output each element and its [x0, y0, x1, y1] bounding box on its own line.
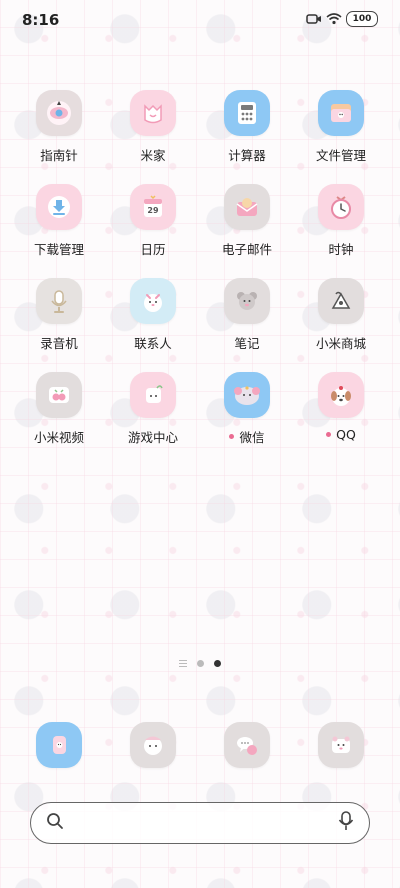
microphone-icon[interactable] — [337, 810, 355, 836]
app-game-center[interactable]: 游戏中心 — [106, 372, 200, 466]
notes-icon — [224, 278, 270, 324]
app-label: QQ — [326, 427, 356, 442]
store-icon — [318, 278, 364, 324]
page-dot-2[interactable] — [214, 660, 221, 667]
dock-app-phone[interactable] — [12, 722, 106, 772]
app-label: 米家 — [140, 148, 166, 163]
app-label: 录音机 — [40, 336, 78, 351]
phone-icon — [36, 722, 82, 768]
app-mi-home[interactable]: 米家 — [106, 90, 200, 184]
app-calendar[interactable]: 29 日历 — [106, 184, 200, 278]
camera-icon — [318, 722, 364, 768]
app-clock[interactable]: 时钟 — [294, 184, 388, 278]
app-wechat[interactable]: 微信 — [200, 372, 294, 466]
app-qq[interactable]: QQ — [294, 372, 388, 466]
app-compass[interactable]: 指南针 — [12, 90, 106, 184]
search-input[interactable] — [73, 808, 329, 838]
microphone-icon — [36, 278, 82, 324]
search-bar[interactable] — [30, 802, 370, 844]
app-label: 微信 — [229, 427, 265, 446]
app-calculator[interactable]: 计算器 — [200, 90, 294, 184]
app-label: 文件管理 — [315, 148, 366, 163]
new-dot — [229, 434, 235, 439]
search-icon[interactable] — [45, 811, 65, 835]
app-label: 小米视频 — [33, 430, 84, 445]
app-label: 指南针 — [40, 148, 78, 163]
app-label: 联系人 — [134, 336, 172, 351]
app-label: 电子邮件 — [221, 242, 272, 257]
app-notes[interactable]: 笔记 — [200, 278, 294, 372]
mi-home-icon — [130, 90, 176, 136]
calendar-icon: 29 — [130, 184, 176, 230]
app-recorder[interactable]: 录音机 — [12, 278, 106, 372]
dock-app-messages[interactable] — [106, 722, 200, 772]
app-email[interactable]: 电子邮件 — [200, 184, 294, 278]
app-label: 时钟 — [328, 242, 354, 257]
dock — [12, 722, 388, 772]
chat-bubble-icon — [224, 722, 270, 768]
app-downloads[interactable]: 下载管理 — [12, 184, 106, 278]
dock-app-chat[interactable] — [200, 722, 294, 772]
dock-app-camera[interactable] — [294, 722, 388, 772]
status-bar: 8:16 100 — [0, 0, 400, 40]
video-icon — [36, 372, 82, 418]
app-label: 下载管理 — [33, 242, 84, 257]
app-label: 游戏中心 — [127, 430, 178, 445]
app-contacts[interactable]: 联系人 — [106, 278, 200, 372]
new-dot — [326, 432, 332, 437]
download-icon — [36, 184, 82, 230]
messages-icon — [130, 722, 176, 768]
screen-record-icon — [306, 12, 322, 26]
app-label: 计算器 — [228, 148, 266, 163]
clock-icon — [318, 184, 364, 230]
compass-icon — [36, 90, 82, 136]
app-grid: 指南针 米家 计算器 文件管理 下载管理 29 日历 电子邮件 时钟 录音机 联… — [12, 90, 388, 466]
folder-icon — [318, 90, 364, 136]
app-list-icon[interactable] — [179, 660, 187, 667]
page-indicator — [0, 660, 400, 667]
app-mi-video[interactable]: 小米视频 — [12, 372, 106, 466]
status-time: 8:16 — [22, 11, 60, 29]
qq-icon — [318, 372, 364, 418]
wifi-icon — [326, 12, 342, 26]
wechat-icon — [224, 372, 270, 418]
app-label: 笔记 — [234, 336, 260, 351]
status-icons: 100 — [306, 11, 378, 27]
calendar-date: 29 — [147, 206, 159, 215]
mail-icon — [224, 184, 270, 230]
battery-icon: 100 — [346, 11, 378, 27]
contacts-icon — [130, 278, 176, 324]
app-label: 小米商城 — [315, 336, 366, 351]
page-dot-1[interactable] — [197, 660, 204, 667]
app-mi-store[interactable]: 小米商城 — [294, 278, 388, 372]
calculator-icon — [224, 90, 270, 136]
app-label: 日历 — [140, 242, 166, 257]
game-controller-icon — [130, 372, 176, 418]
app-file-manager[interactable]: 文件管理 — [294, 90, 388, 184]
